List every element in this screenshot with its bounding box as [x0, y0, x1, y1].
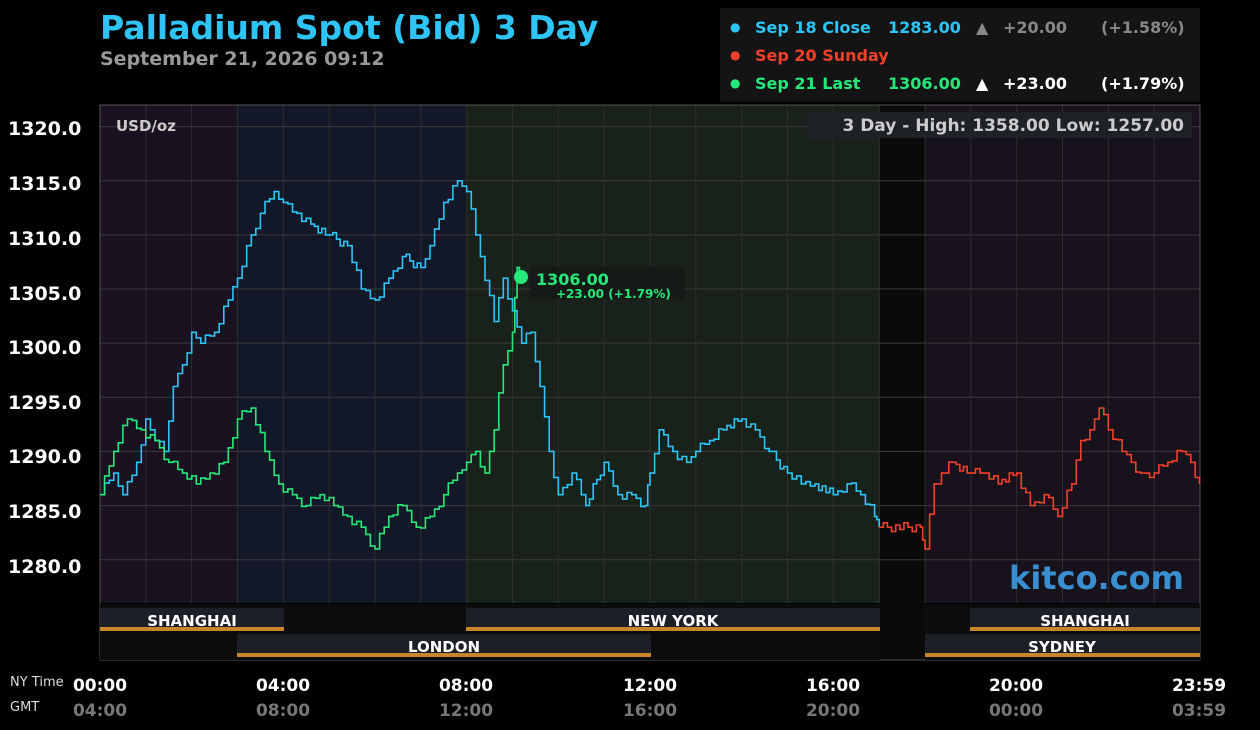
x-tick-ny: 00:00 — [72, 676, 128, 696]
x-tick-gmt: 04:00 — [72, 701, 128, 721]
x-axis-gmt-name: GMT — [10, 700, 40, 715]
x-tick-gmt: 20:00 — [805, 701, 861, 721]
x-tick-gmt: 08:00 — [255, 701, 311, 721]
x-tick-gmt: 12:00 — [438, 701, 494, 721]
x-tick-ny: 16:00 — [805, 676, 861, 696]
session-label-london: LONDON — [408, 638, 480, 656]
session-label-newyork: NEW YORK — [628, 612, 720, 630]
session-bg-shanghai-1 — [100, 105, 237, 603]
x-tick-ny: 23:59 — [1171, 676, 1227, 696]
session-label-shanghai: SHANGHAI — [147, 612, 237, 630]
session-bg-closed — [880, 105, 925, 660]
x-tick-gmt: 00:00 — [988, 701, 1044, 721]
chart-plot: SHANGHAI NEW YORK SHANGHAI LONDON SYDNEY… — [99, 104, 1201, 661]
high-low-label: 3 Day - High: 1358.00 Low: 1257.00 — [842, 116, 1184, 136]
session-bg-london — [237, 105, 466, 603]
watermark-logo: kitco.com — [1009, 559, 1184, 597]
last-point-marker — [514, 270, 528, 284]
x-axis-ny-name: NY Time — [10, 675, 64, 690]
x-tick-ny: 04:00 — [255, 676, 311, 696]
x-tick-ny: 20:00 — [988, 676, 1044, 696]
x-tick-ny: 12:00 — [622, 676, 678, 696]
unit-label: USD/oz — [116, 117, 176, 135]
x-tick-ny: 08:00 — [438, 676, 494, 696]
last-callout-change: +23.00 (+1.79%) — [556, 287, 671, 301]
session-label-sydney: SYDNEY — [1028, 638, 1097, 656]
session-label-shanghai-2: SHANGHAI — [1040, 612, 1130, 630]
x-tick-gmt: 03:59 — [1171, 701, 1227, 721]
session-bg-newyork — [466, 105, 880, 603]
x-tick-gmt: 16:00 — [622, 701, 678, 721]
